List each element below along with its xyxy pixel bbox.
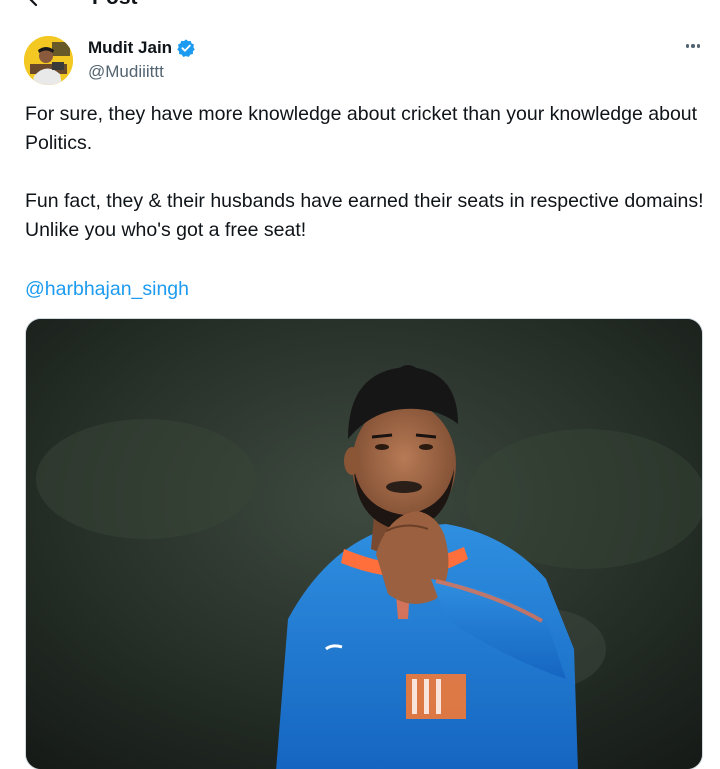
post-paragraph-2: Fun fact, they & their husbands have ear… [25, 190, 704, 241]
more-options-icon-dot [697, 44, 701, 48]
page-title: Post [92, 0, 138, 10]
more-options-icon-dot [691, 44, 695, 48]
author-handle[interactable]: @Mudiiittt [88, 62, 164, 82]
back-arrow-icon[interactable] [25, 0, 51, 8]
more-options-icon [685, 44, 689, 48]
author-display-name[interactable]: Mudit Jain [88, 38, 172, 58]
avatar[interactable] [24, 36, 73, 85]
post-paragraph-1: For sure, they have more knowledge about… [25, 103, 698, 154]
more-options-button[interactable] [680, 36, 706, 56]
post-text: For sure, they have more knowledge about… [25, 100, 705, 245]
post-media-photo[interactable]: SA [25, 318, 703, 769]
verified-badge-icon [177, 39, 195, 57]
avatar-image [24, 36, 73, 85]
post-header: Post [0, 0, 720, 16]
cricketer-photo: SA [26, 319, 702, 769]
mention-link[interactable]: @harbhajan_singh [25, 275, 189, 304]
author-name-row: Mudit Jain [88, 38, 196, 58]
